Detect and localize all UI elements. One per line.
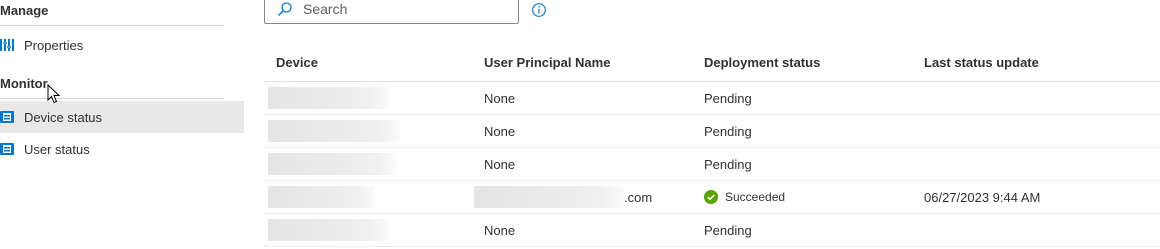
device-cell [264,120,484,142]
sidebar-item-label: Properties [24,37,84,53]
redacted-upn [474,186,624,208]
table-row[interactable]: None Pending [264,148,1160,181]
device-status-icon [0,110,14,124]
redacted-device-name [268,120,400,142]
sidebar-item-user-status[interactable]: User status [0,133,244,165]
upn-cell: None [484,156,516,172]
redacted-device-name [268,153,396,175]
table-row[interactable]: None Pending [264,115,1160,148]
status-cell: Succeeded [704,190,924,204]
manage-section-header: Manage [0,3,49,18]
table-header: Device User Principal Name Deployment st… [264,44,1160,82]
upn-suffix: .com [624,189,653,205]
status-cell: Pending [704,223,924,238]
search-box[interactable] [264,0,519,24]
monitor-section-header: Monitor [0,76,48,91]
search-input[interactable] [301,0,505,18]
table-row[interactable]: .com Succeeded 06/27/2023 9:44 AM [264,181,1160,214]
status-cell: Pending [704,157,924,172]
table-row[interactable]: None Pending [264,82,1160,115]
info-icon[interactable] [532,3,546,17]
upn-cell: None [484,90,516,106]
column-header-deployment-status[interactable]: Deployment status [704,55,924,70]
sidebar-item-properties[interactable]: Properties [0,29,244,61]
status-text: Succeeded [725,190,786,204]
device-cell [264,153,484,175]
upn-cell: .com [474,186,694,208]
status-cell: Pending [704,91,924,106]
sidebar-item-label: User status [24,141,90,157]
last-update-cell: 06/27/2023 9:44 AM [924,189,1041,205]
device-cell [264,87,484,109]
redacted-device-name [268,87,388,109]
device-cell [264,186,484,208]
device-status-table: Device User Principal Name Deployment st… [264,44,1160,247]
manage-divider [0,25,224,26]
status-text: Pending [704,123,752,139]
search-icon [277,2,292,17]
status-cell: Pending [704,124,924,139]
upn-cell: None [484,123,516,139]
status-text: Pending [704,156,752,172]
table-row[interactable]: None Pending [264,214,1160,247]
redacted-device-name [268,219,388,241]
properties-icon [0,38,14,52]
redacted-device-name [268,186,374,208]
status-text: Pending [704,90,752,106]
upn-cell: None [484,222,516,238]
success-check-icon [704,190,718,204]
mouse-cursor-icon [47,84,61,104]
status-text: Pending [704,222,752,238]
device-cell [264,219,484,241]
column-header-last-status-update[interactable]: Last status update [924,55,1160,70]
monitor-divider [0,98,224,99]
sidebar-item-device-status[interactable]: Device status [0,101,244,133]
column-header-user-principal-name[interactable]: User Principal Name [484,55,704,70]
user-status-icon [0,142,14,156]
sidebar-item-label: Device status [24,109,103,125]
column-header-device[interactable]: Device [264,55,484,70]
